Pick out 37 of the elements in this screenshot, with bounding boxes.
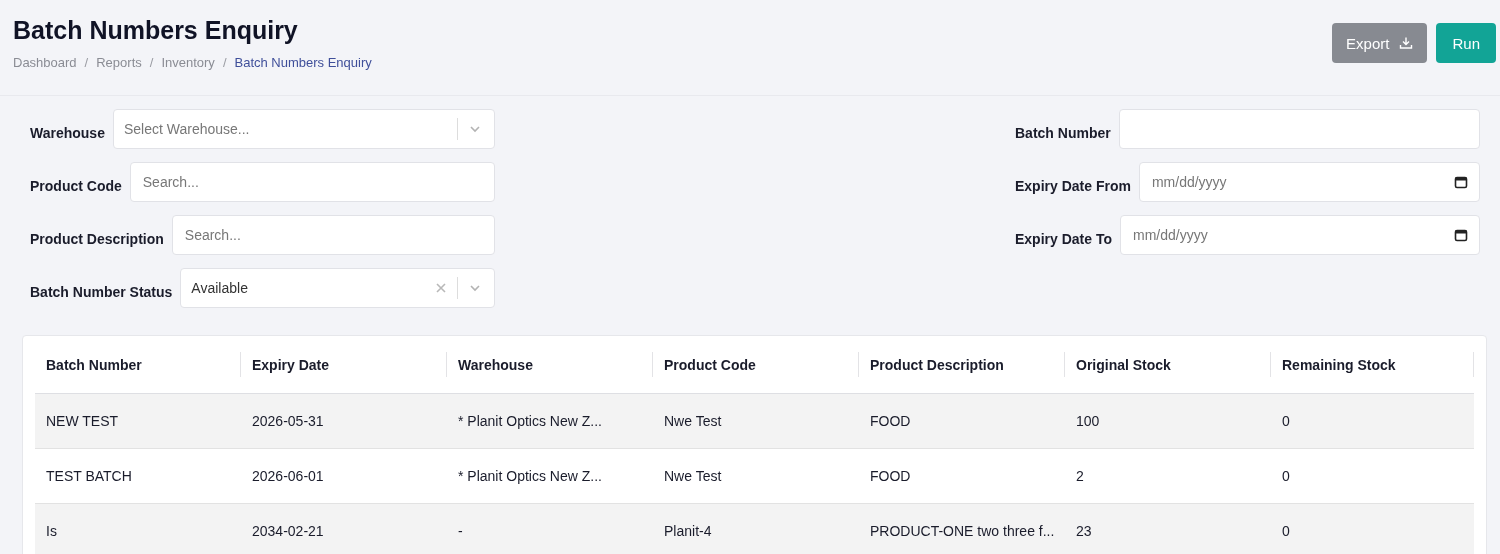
field-label: Batch Number Status <box>30 283 173 300</box>
search-field[interactable]: Search... <box>171 215 495 255</box>
table-cell: 2034-02-21 <box>241 504 447 554</box>
table-cell: 2026-05-31 <box>241 394 447 449</box>
breadcrumb-separator: / <box>84 55 89 70</box>
calendar-icon[interactable] <box>1454 175 1468 189</box>
field-label: Product Description <box>30 230 164 247</box>
search-field[interactable]: Search... <box>129 162 495 202</box>
field-label: Batch Number <box>1015 124 1111 141</box>
calendar-icon[interactable] <box>1454 228 1468 242</box>
table-cell: Planit-4 <box>653 504 859 554</box>
table-cell: * Planit Optics New Z... <box>447 394 653 449</box>
breadcrumb-separator: / <box>149 55 154 70</box>
table-cell: NEW TEST <box>35 394 241 449</box>
field-label: Expiry Date To <box>1015 230 1112 247</box>
download-icon <box>1399 36 1414 50</box>
date-field[interactable]: mm/dd/yyyy <box>1120 215 1480 255</box>
table-cell: FOOD <box>859 394 1065 449</box>
table-cell: Nwe Test <box>653 394 859 449</box>
field-label: Warehouse <box>30 124 105 141</box>
table-cell: 0 <box>1271 504 1474 554</box>
table-cell: 0 <box>1271 394 1474 449</box>
select-field[interactable]: Select Warehouse... <box>112 109 495 149</box>
table-cell: 23 <box>1065 504 1271 554</box>
breadcrumb-link[interactable]: Batch Numbers Enquiry <box>234 55 372 70</box>
table-cell: 100 <box>1065 394 1271 449</box>
field-label: Expiry Date From <box>1015 177 1131 194</box>
page-title: Batch Numbers Enquiry <box>13 16 299 45</box>
date-field[interactable]: mm/dd/yyyy <box>1138 162 1480 202</box>
table-cell: Is <box>35 504 241 554</box>
clear-icon[interactable] <box>435 282 447 294</box>
breadcrumb-separator: / <box>222 55 227 70</box>
field-label: Product Code <box>30 177 122 194</box>
table-cell: PRODUCT-ONE two three f... <box>859 504 1065 554</box>
search-field[interactable] <box>1118 109 1480 149</box>
table-cell: - <box>447 504 653 554</box>
select-field[interactable]: Available <box>180 268 495 308</box>
